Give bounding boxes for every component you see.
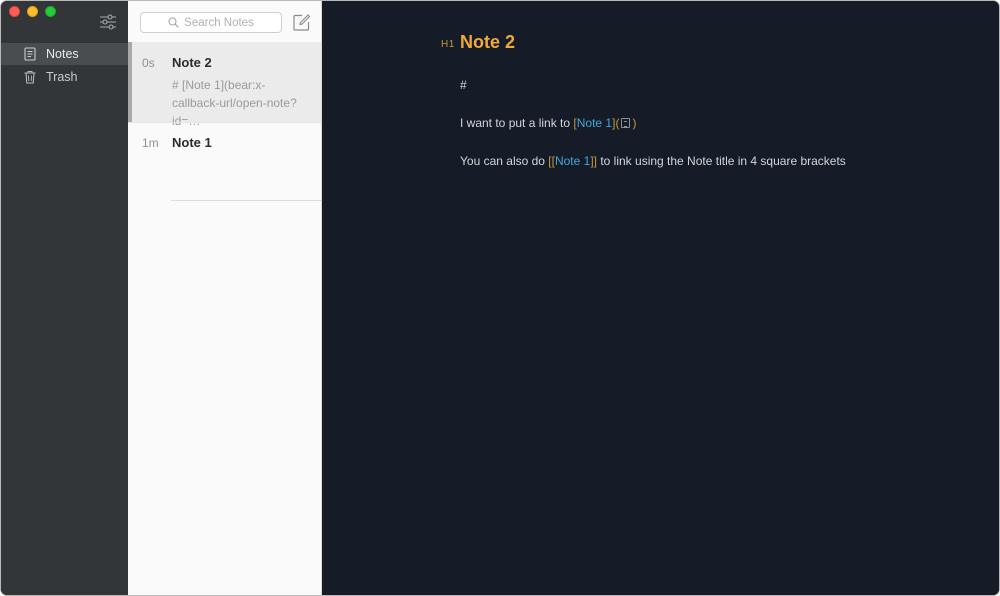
- text: to link using the Note title in 4 square…: [597, 154, 846, 168]
- bracket: ): [632, 116, 637, 130]
- note-title: Note 2: [172, 55, 212, 70]
- minimize-window-button[interactable]: [27, 6, 38, 17]
- search-icon: [168, 17, 179, 28]
- sidebar-item-label: Trash: [46, 70, 78, 84]
- note-list: Search Notes 0s Note 2 # [Note 1](bear:x…: [128, 1, 322, 595]
- bracket: [[: [548, 154, 555, 168]
- sidebar: Notes Trash: [1, 1, 128, 595]
- wiki-link-line[interactable]: You can also do [[Note 1]] to link using…: [460, 154, 846, 168]
- sidebar-item-notes[interactable]: Notes: [1, 43, 128, 65]
- note-link[interactable]: Note 1: [577, 116, 612, 130]
- note-time: 0s: [142, 56, 155, 70]
- bracket: ](: [612, 116, 620, 130]
- note-title: Note 1: [172, 135, 212, 150]
- window-controls: [9, 6, 56, 17]
- search-placeholder: Search Notes: [184, 16, 254, 29]
- trash-icon: [24, 71, 36, 84]
- search-input[interactable]: Search Notes: [140, 12, 282, 33]
- note-list-item[interactable]: 1m Note 1: [128, 123, 321, 201]
- note-list-item[interactable]: 0s Note 2 # [Note 1](bear:x-callback-url…: [128, 42, 321, 128]
- wiki-link[interactable]: Note 1: [555, 154, 590, 168]
- app-window: Notes Trash Search Notes 0s Note 2 # [No…: [1, 1, 999, 595]
- sidebar-item-label: Notes: [46, 47, 79, 61]
- new-note-icon[interactable]: [292, 13, 311, 32]
- editor[interactable]: H1 Note 2 # I want to put a link to [Not…: [322, 1, 999, 595]
- text: You can also do: [460, 154, 549, 168]
- list-divider: [171, 200, 321, 201]
- text: I want to put a link to: [460, 116, 574, 130]
- close-window-button[interactable]: [9, 6, 20, 17]
- link-note-icon[interactable]: [621, 118, 631, 128]
- note-heading[interactable]: Note 2: [460, 32, 515, 53]
- filter-settings-icon[interactable]: [99, 13, 117, 31]
- note-time: 1m: [142, 136, 159, 150]
- note-icon: [24, 47, 36, 61]
- hash-line[interactable]: #: [460, 78, 467, 92]
- sidebar-item-trash[interactable]: Trash: [1, 66, 128, 88]
- zoom-window-button[interactable]: [45, 6, 56, 17]
- link-line[interactable]: I want to put a link to [Note 1](): [460, 116, 636, 130]
- bracket: ]]: [590, 154, 597, 168]
- heading-marker: H1: [441, 39, 455, 50]
